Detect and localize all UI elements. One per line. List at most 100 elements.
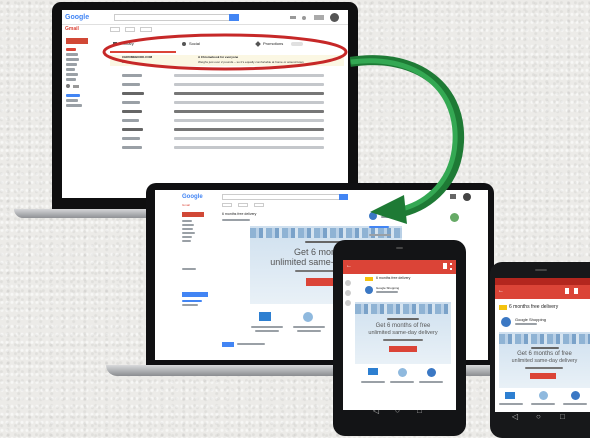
sidebar-link-1[interactable]	[66, 94, 80, 97]
email-row-subject[interactable]	[174, 137, 324, 140]
delete-icon[interactable]	[443, 263, 447, 269]
email-row-subject[interactable]	[174, 74, 324, 77]
gmail-label[interactable]: Gmail	[65, 26, 79, 32]
back-button[interactable]	[222, 203, 232, 207]
delete-icon[interactable]	[574, 288, 578, 294]
promo-cta-button[interactable]	[530, 373, 556, 379]
promo-cta-button[interactable]	[389, 346, 417, 352]
curved-arrow-icon	[350, 55, 465, 224]
sidebar-link-2[interactable]	[66, 99, 78, 102]
promo-subtext	[383, 339, 423, 341]
promo-headline-1: Get 6 months of free	[517, 351, 572, 357]
search-input[interactable]	[114, 14, 234, 21]
google-logo[interactable]: Google	[65, 14, 89, 21]
sidebar-link-1[interactable]	[182, 300, 202, 302]
email-subject: 6 months free delivery	[509, 304, 559, 310]
home-nav-icon[interactable]: ○	[536, 413, 541, 421]
sender-avatar	[365, 286, 373, 294]
email-row-subject[interactable]	[174, 110, 324, 113]
gmail-label[interactable]: Gmail	[182, 203, 190, 207]
promo-banner: Get 6 months of free unlimited same-day …	[499, 332, 590, 388]
hangouts-avatar-icon[interactable]	[66, 84, 70, 88]
email-row-sender[interactable]	[122, 92, 144, 95]
apps-icon[interactable]	[290, 16, 296, 19]
feature-caption-3	[563, 403, 587, 405]
feature-caption-3	[419, 381, 443, 383]
promo-headline-2: unlimited same-day delivery	[511, 358, 578, 364]
email-row-sender[interactable]	[122, 74, 142, 77]
hangouts-add-icon[interactable]	[73, 85, 79, 88]
label-chip	[365, 277, 373, 281]
sidebar-item-4[interactable]	[66, 63, 77, 66]
sidebar-item-3[interactable]	[182, 228, 193, 230]
sidebar-item-3[interactable]	[66, 58, 79, 61]
hangouts-sign-in-button[interactable]	[182, 292, 208, 297]
compose-button[interactable]	[66, 38, 88, 44]
email-row-sender[interactable]	[122, 146, 142, 149]
compose-button[interactable]	[182, 212, 204, 217]
feature-caption-1	[499, 403, 523, 405]
sender-detail	[515, 323, 537, 325]
promo-banner: Get 6 months of free unlimited same-day …	[355, 302, 451, 364]
laptop-device-icon	[368, 368, 378, 375]
overflow-menu-icon[interactable]	[450, 263, 452, 270]
sidebar-link-3[interactable]	[66, 104, 82, 107]
sidebar-item-inbox[interactable]	[66, 48, 76, 51]
laptop-device-icon	[259, 312, 271, 321]
email-row-subject[interactable]	[174, 83, 324, 86]
archive-button[interactable]	[238, 203, 248, 207]
sender-link[interactable]	[369, 226, 389, 228]
avatar[interactable]	[330, 13, 339, 22]
promo-kicker	[531, 347, 559, 349]
highlight-ellipse	[102, 33, 348, 71]
recents-nav-icon[interactable]: □	[560, 413, 565, 421]
phone-speaker	[535, 269, 547, 271]
email-row-subject[interactable]	[174, 146, 324, 149]
sidebar-item-6[interactable]	[66, 73, 78, 76]
share-button[interactable]	[314, 15, 324, 20]
email-row-subject[interactable]	[174, 101, 324, 104]
sidebar-item-4[interactable]	[182, 232, 195, 234]
email-row-sender[interactable]	[122, 101, 140, 104]
reply-button[interactable]	[222, 342, 234, 347]
email-row-sender[interactable]	[122, 110, 142, 113]
gift-icon	[571, 391, 580, 400]
feature-caption-1b	[255, 330, 279, 332]
sidebar-item-7[interactable]	[182, 268, 196, 270]
back-arrow-icon[interactable]: ←	[498, 288, 504, 294]
rail-icon-1[interactable]	[345, 280, 351, 286]
sidebar-link-2[interactable]	[182, 304, 198, 306]
archive-icon[interactable]	[565, 288, 569, 294]
search-input[interactable]	[222, 194, 342, 200]
email-row-sender[interactable]	[122, 119, 139, 122]
email-subject: 6 months free delivery	[222, 212, 257, 216]
email-row-subject[interactable]	[174, 119, 324, 122]
search-button[interactable]	[339, 194, 348, 200]
sidebar-item-6[interactable]	[182, 240, 191, 242]
reply-hint	[237, 343, 265, 345]
search-button[interactable]	[229, 14, 239, 21]
rail-icon-2[interactable]	[345, 290, 351, 296]
email-row-sender[interactable]	[122, 128, 143, 131]
feature-caption-1	[361, 381, 385, 383]
rail-icon-3[interactable]	[345, 300, 351, 306]
labels-button[interactable]	[254, 203, 264, 207]
back-arrow-icon[interactable]: ←	[346, 263, 352, 269]
notifications-icon[interactable]	[302, 16, 306, 20]
email-row-subject[interactable]	[174, 92, 324, 95]
feature-caption-2	[390, 381, 414, 383]
back-nav-icon[interactable]: ◁	[512, 413, 518, 421]
google-logo[interactable]: Google	[182, 194, 203, 200]
gift-icon	[427, 368, 436, 377]
email-row-sender[interactable]	[122, 83, 140, 86]
clock-icon	[398, 368, 407, 377]
sidebar-item-1[interactable]	[182, 220, 192, 222]
email-row-subject[interactable]	[174, 128, 324, 131]
email-sender	[222, 219, 250, 221]
sidebar-item-5[interactable]	[66, 68, 75, 71]
email-row-sender[interactable]	[122, 137, 140, 140]
sidebar-item-2[interactable]	[66, 53, 78, 56]
sidebar-item-2[interactable]	[182, 224, 194, 226]
sidebar-item-5[interactable]	[182, 236, 192, 238]
sidebar-item-7[interactable]	[66, 78, 76, 81]
